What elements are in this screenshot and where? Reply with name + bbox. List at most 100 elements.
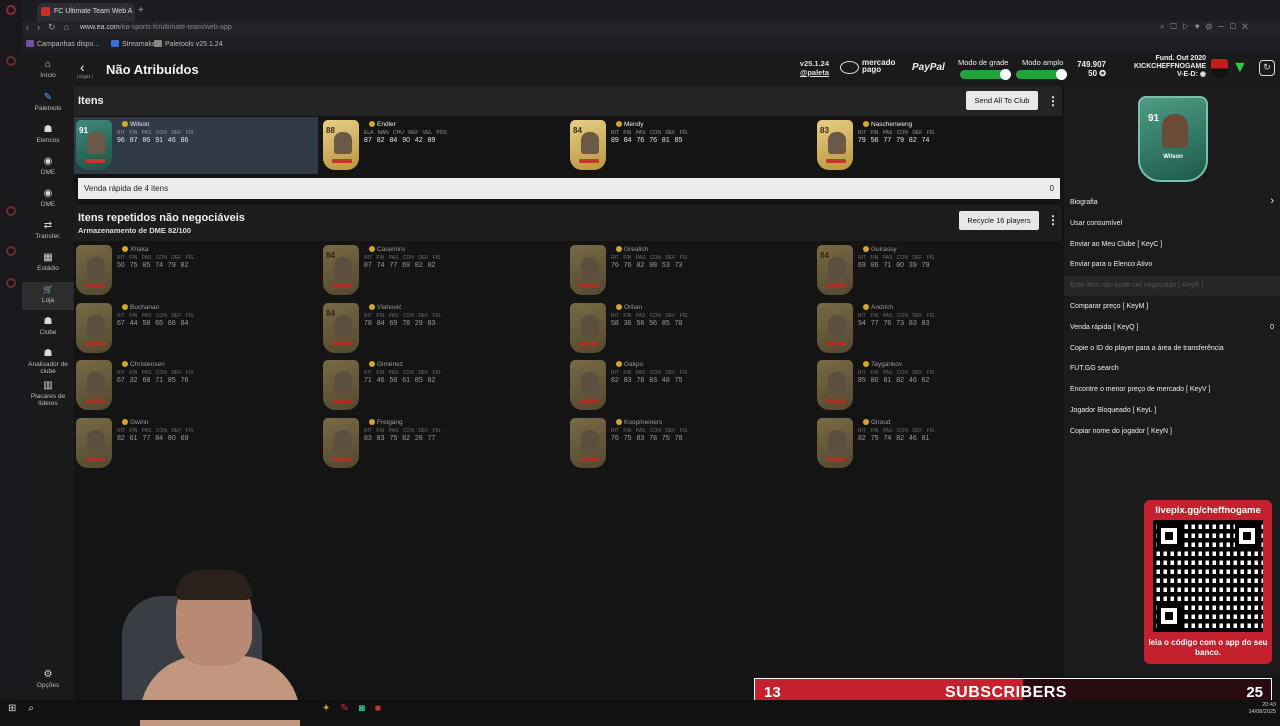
player-item[interactable]: Christensen RIT FIN PAS CON DEF FÍS 67 32 … <box>74 357 318 414</box>
nav-club-analyzer[interactable]: ☗ Analisador de clube <box>22 348 74 375</box>
action-menu-item[interactable]: Comparar preço [ KeyM ] <box>1064 297 1280 317</box>
action-menu-item[interactable]: Enviar para o Elenco Ativo <box>1064 255 1280 275</box>
player-item[interactable]: Giroud RIT FIN PAS CON DEF FÍS 82 75 74 82… <box>815 415 1059 472</box>
player-item[interactable]: Gwinn RIT FIN PAS CON DEF FÍS 82 61 77 84 … <box>74 415 318 472</box>
action-menu-item[interactable]: Biografia › <box>1064 193 1280 213</box>
bookmarks-bar: Campanhas dispo... Streamaker Paletools … <box>22 37 1280 52</box>
action-menu-item[interactable]: Enviar ao Meu Clube [ KeyC ] <box>1064 235 1280 255</box>
player-item[interactable]: Gakpo RIT FIN PAS CON DEF FÍS 82 83 78 83 … <box>568 357 812 414</box>
stat-labels: RIT FIN PAS CON DEF FÍS <box>117 312 194 319</box>
evolution-icon <box>616 361 622 367</box>
quick-sell-bar[interactable]: Venda rápida de 4 itens 0 <box>78 178 1060 199</box>
player-face <box>581 429 599 452</box>
player-face <box>87 429 105 452</box>
nav-home[interactable]: ⌂ Início <box>22 59 74 79</box>
back-shortcut-hint: [ Digit1 ] <box>76 74 94 79</box>
player-item[interactable]: 88 Endler ELA MAN CHU REF VEL POS 87 82 84 … <box>321 117 565 174</box>
taskbar-start-icons[interactable]: ⊞⌕ <box>8 703 46 714</box>
nav-leaderboards[interactable]: ▥ Placares de líderes <box>22 380 74 407</box>
send-all-to-club-button[interactable]: Send All To Club <box>966 91 1038 110</box>
sidebar-app-icon[interactable] <box>6 56 16 66</box>
nav-sbc-2[interactable]: ◉ DME <box>22 188 74 208</box>
evolution-icon <box>863 361 869 367</box>
player-item[interactable]: 84 Vlahović RIT FIN PAS CON DEF FÍS 78 84 6… <box>321 300 565 357</box>
stat-values: 69 86 71 80 39 79 <box>858 262 930 269</box>
action-menu-item[interactable]: Encontre o menor preço de mercado [ KeyV… <box>1064 380 1280 400</box>
stat-values: 71 46 58 61 85 82 <box>364 377 436 384</box>
nav-options[interactable]: ⚙ Opções <box>22 669 74 689</box>
wide-mode-toggle[interactable] <box>1016 69 1067 80</box>
evolution-icon <box>863 303 869 310</box>
browser-tab[interactable]: FC Ultimate Team Web A <box>37 3 135 21</box>
player-name: Endler <box>369 121 396 128</box>
player-item[interactable]: 91 Wilson RIT FIN PAS CON DEF FÍS 96 87 86 … <box>74 117 318 174</box>
bookmark-item[interactable]: Paletools v25.1.24 <box>154 40 223 48</box>
new-tab-button[interactable]: + <box>138 5 144 16</box>
taskbar-apps[interactable]: ✦✎◙■ <box>322 703 391 714</box>
nation-flag-icon <box>826 284 846 288</box>
stat-labels: RIT FIN PAS CON DEF FÍS <box>858 370 935 376</box>
player-item[interactable]: Orban RIT FIN PAS CON DEF FÍS 58 36 56 56 … <box>568 300 812 357</box>
player-card: 91 <box>76 120 112 170</box>
duplicates-more-icon[interactable]: ⋮ <box>1047 214 1059 226</box>
player-item[interactable]: 84 Guirassy RIT FIN PAS CON DEF FÍS 69 86 7… <box>815 242 1059 299</box>
window-controls[interactable]: ⌕☐▷♥⚙─▢✕ <box>1160 22 1254 32</box>
action-menu-item[interactable]: Copie o ID do player para a área de tran… <box>1064 339 1280 359</box>
player-item[interactable]: 84 Casemiro RIT FIN PAS CON DEF FÍS 87 74 7… <box>321 242 565 299</box>
sidebar-app-icon[interactable] <box>6 278 16 288</box>
coins-value: 749.907 <box>1077 60 1106 69</box>
player-card <box>570 417 606 468</box>
player-card <box>76 360 112 410</box>
nav-transfers[interactable]: ⇄ Transfer. <box>22 220 74 240</box>
sidebar-app-icon[interactable] <box>6 206 16 216</box>
bookmark-item[interactable]: Campanhas dispo... <box>26 40 99 48</box>
player-item[interactable]: Koopmeiners RIT FIN PAS CON DEF FÍS 76 75 … <box>568 415 812 472</box>
nation-flag-icon <box>579 399 599 403</box>
evolution-icon <box>122 121 128 127</box>
nav-store[interactable]: 🛒 Loja <box>22 282 74 310</box>
club-icon: ☗ <box>43 316 53 327</box>
player-face <box>581 257 599 279</box>
opera-logo-icon[interactable] <box>6 5 16 15</box>
player-item[interactable]: 83 Naschenweng RIT FIN PAS CON DEF FÍS 79 5… <box>815 117 1059 174</box>
back-arrow-icon[interactable]: ‹ <box>80 59 85 75</box>
nav-club[interactable]: ☗ Clube <box>22 316 74 336</box>
url-text[interactable]: www.ea.com/ea-sports-fc/ultimate-team/we… <box>80 24 232 31</box>
action-menu-item[interactable]: Usar consumível <box>1064 214 1280 234</box>
player-item[interactable]: Buchanan RIT FIN PAS CON DEF FÍS 67 44 58 … <box>74 300 318 357</box>
nav-paletools[interactable]: ✎ Paletools <box>22 92 74 112</box>
player-name: Christensen <box>122 361 165 368</box>
action-menu-item[interactable]: Venda rápida [ KeyQ ] 0 <box>1064 318 1280 338</box>
player-item[interactable]: Xhaka RIT FIN PAS CON DEF FÍS 50 75 85 74 … <box>74 242 318 299</box>
nav-stadium[interactable]: ▦ Estádio <box>22 252 74 272</box>
items-more-icon[interactable]: ⋮ <box>1047 95 1059 107</box>
player-name: Orban <box>616 303 642 311</box>
nav-sbc[interactable]: ◉ DME <box>22 156 74 176</box>
stat-values: 50 75 85 74 79 82 <box>117 262 189 269</box>
bookmark-item[interactable]: Streamaker <box>111 40 158 48</box>
player-face <box>581 314 599 337</box>
player-item[interactable]: Andrich RIT FIN PAS CON DEF FÍS 54 77 76 7… <box>815 300 1059 357</box>
refresh-icon[interactable]: ↻ <box>1259 60 1275 76</box>
action-menu-item[interactable]: Jogador Bloqueado [ KeyL ] <box>1064 401 1280 421</box>
nav-squads[interactable]: ☗ Elencos <box>22 124 74 144</box>
club-crest-icon <box>1211 59 1228 78</box>
recycle-players-button[interactable]: Recycle 16 players <box>959 211 1039 230</box>
player-item[interactable]: Giménez RIT FIN PAS CON DEF FÍS 71 46 58 6… <box>321 357 565 414</box>
evolution-icon <box>122 361 128 367</box>
player-face <box>828 429 846 452</box>
action-menu-item[interactable]: Copiar nome do jogador [ KeyN ] <box>1064 422 1280 442</box>
action-menu-item[interactable]: FUT.GG search <box>1064 359 1280 379</box>
sidebar-app-icon[interactable] <box>6 246 16 256</box>
grid-mode-toggle[interactable] <box>960 69 1011 80</box>
player-card <box>570 302 606 353</box>
player-item[interactable]: Grealish RIT FIN PAS CON DEF FÍS 76 76 82 … <box>568 242 812 299</box>
player-item[interactable]: 84 Mendy RIT FIN PAS CON DEF FÍS 89 84 76 7… <box>568 117 812 174</box>
player-item[interactable]: Freigang RIT FIN PAS CON DEF FÍS 83 83 75 … <box>321 415 565 472</box>
browser-nav-icons[interactable]: ‹›↻⌂ <box>26 22 77 33</box>
player-face <box>334 257 352 279</box>
nation-flag-icon <box>826 456 846 461</box>
items-header <box>74 86 1062 116</box>
player-item[interactable]: Taygankov RIT FIN PAS CON DEF FÍS 85 80 81… <box>815 357 1059 414</box>
paletools-handle-link[interactable]: @paleta <box>795 68 829 77</box>
